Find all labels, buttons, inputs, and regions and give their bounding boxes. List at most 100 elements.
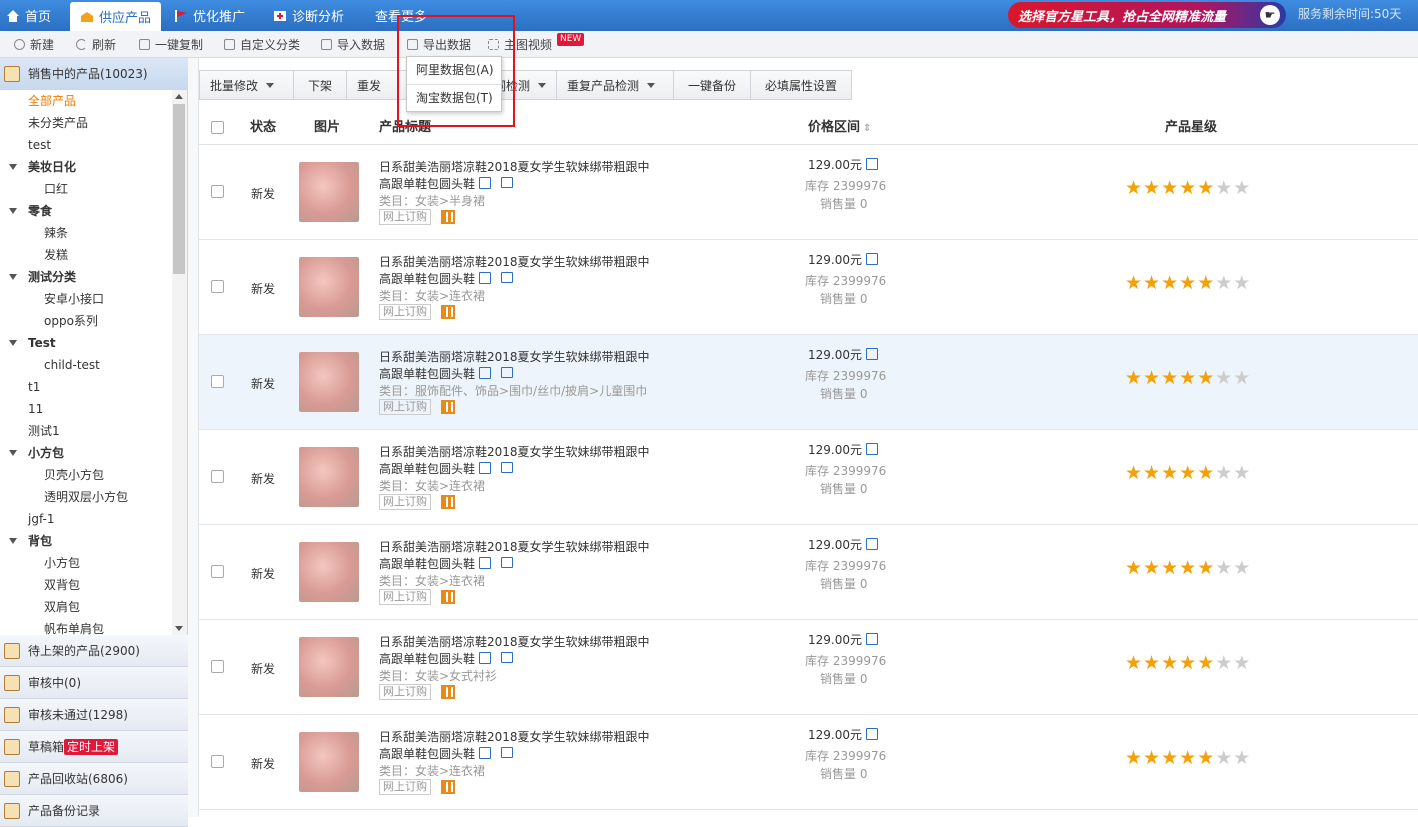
product-title-line1[interactable]: 日系甜美浩丽塔凉鞋2018夏女学生软妹绑带粗跟中 (379, 728, 650, 745)
edit-price-icon[interactable] (866, 538, 878, 550)
tree-item[interactable]: t1 (28, 376, 40, 398)
product-title-line2[interactable]: 高跟单鞋包圆头鞋 (379, 460, 475, 477)
online-order-tag[interactable]: 网上订购 (379, 399, 431, 415)
refresh-button[interactable]: 刷新 (76, 31, 116, 58)
product-title-line1[interactable]: 日系甜美浩丽塔凉鞋2018夏女学生软妹绑带粗跟中 (379, 538, 650, 555)
product-title-line2[interactable]: 高跟单鞋包圆头鞋 (379, 650, 475, 667)
table-row[interactable]: 新发 日系甜美浩丽塔凉鞋2018夏女学生软妹绑带粗跟中 高跟单鞋包圆头鞋 类目：女装>… (199, 430, 1418, 525)
edit-icon[interactable] (479, 272, 491, 284)
promo-banner[interactable]: 选择官方星工具，抢占全网精准流量 ☛ (1008, 2, 1286, 28)
product-thumbnail[interactable] (299, 352, 359, 412)
sidebar-section-recycle[interactable]: 产品回收站(6806) (0, 763, 188, 795)
qr-code-icon[interactable] (441, 210, 455, 224)
tree-item[interactable]: 零食 (28, 200, 52, 222)
row-checkbox[interactable] (211, 280, 224, 293)
scroll-down-icon[interactable] (175, 626, 183, 631)
image-icon[interactable] (501, 177, 513, 188)
qr-code-icon[interactable] (441, 400, 455, 414)
duplicate-check-button[interactable]: 重复产品检测 (556, 70, 674, 100)
qr-code-icon[interactable] (441, 780, 455, 794)
tree-item[interactable]: 贝壳小方包 (44, 464, 104, 486)
tab-diagnosis[interactable]: 诊断分析 (273, 0, 344, 31)
tree-item[interactable]: test (28, 134, 51, 156)
tree-item[interactable]: 未分类产品 (28, 112, 88, 134)
image-icon[interactable] (501, 462, 513, 473)
product-title-line2[interactable]: 高跟单鞋包圆头鞋 (379, 745, 475, 762)
table-row[interactable]: 新发 日系甜美浩丽塔凉鞋2018夏女学生软妹绑带粗跟中 高跟单鞋包圆头鞋 类目：女装>… (199, 525, 1418, 620)
tree-item[interactable]: 背包 (28, 530, 52, 552)
row-checkbox[interactable] (211, 565, 224, 578)
splitter[interactable] (188, 58, 199, 817)
tree-item[interactable]: 小方包 (28, 442, 64, 464)
tree-item[interactable]: Test (28, 332, 56, 354)
edit-icon[interactable] (479, 367, 491, 379)
bulk-edit-button[interactable]: 批量修改 (199, 70, 294, 100)
tree-item[interactable]: 小方包 (44, 552, 80, 574)
image-icon[interactable] (501, 652, 513, 663)
tree-item[interactable]: 透明双层小方包 (44, 486, 128, 508)
tree-item[interactable]: 安卓小接口 (44, 288, 104, 310)
header-price[interactable]: 价格区间 ⇕ (808, 112, 871, 145)
custom-category-button[interactable]: 自定义分类 (224, 31, 300, 58)
edit-icon[interactable] (479, 747, 491, 759)
row-checkbox[interactable] (211, 755, 224, 768)
edit-price-icon[interactable] (866, 348, 878, 360)
tree-item[interactable]: jgf-1 (28, 508, 54, 530)
product-title-line2[interactable]: 高跟单鞋包圆头鞋 (379, 175, 475, 192)
qr-code-icon[interactable] (441, 590, 455, 604)
one-click-copy-button[interactable]: 一键复制 (139, 31, 203, 58)
edit-icon[interactable] (479, 557, 491, 569)
online-order-tag[interactable]: 网上订购 (379, 684, 431, 700)
row-checkbox[interactable] (211, 185, 224, 198)
product-title-line2[interactable]: 高跟单鞋包圆头鞋 (379, 270, 475, 287)
product-thumbnail[interactable] (299, 542, 359, 602)
sort-icon[interactable]: ⇕ (863, 123, 871, 134)
sidebar-section-rejected[interactable]: 审核未通过(1298) (0, 699, 188, 731)
table-row[interactable]: 新发 日系甜美浩丽塔凉鞋2018夏女学生软妹绑带粗跟中 高跟单鞋包圆头鞋 类目：女装>… (199, 145, 1418, 240)
tab-optimize-promote[interactable]: 优化推广 (174, 0, 245, 31)
import-data-button[interactable]: 导入数据 (321, 31, 385, 58)
product-thumbnail[interactable] (299, 732, 359, 792)
image-icon[interactable] (501, 367, 513, 378)
sidebar-section-pending[interactable]: 待上架的产品(2900) (0, 635, 188, 667)
tree-item[interactable]: 11 (28, 398, 43, 420)
table-row[interactable]: 新发 日系甜美浩丽塔凉鞋2018夏女学生软妹绑带粗跟中 高跟单鞋包圆头鞋 类目：女装>… (199, 620, 1418, 715)
edit-price-icon[interactable] (866, 633, 878, 645)
image-icon[interactable] (501, 557, 513, 568)
table-row[interactable]: 新发 日系甜美浩丽塔凉鞋2018夏女学生软妹绑带粗跟中 高跟单鞋包圆头鞋 类目：女装>… (199, 240, 1418, 335)
tree-scrollbar[interactable] (172, 90, 187, 635)
product-thumbnail[interactable] (299, 162, 359, 222)
product-title-line1[interactable]: 日系甜美浩丽塔凉鞋2018夏女学生软妹绑带粗跟中 (379, 633, 650, 650)
edit-icon[interactable] (479, 177, 491, 189)
product-thumbnail[interactable] (299, 447, 359, 507)
product-thumbnail[interactable] (299, 637, 359, 697)
tree-item[interactable]: 帆布单肩包 (44, 618, 104, 635)
product-title-line1[interactable]: 日系甜美浩丽塔凉鞋2018夏女学生软妹绑带粗跟中 (379, 253, 650, 270)
edit-icon[interactable] (479, 652, 491, 664)
collapse-triangle-icon[interactable] (9, 450, 17, 456)
collapse-triangle-icon[interactable] (9, 208, 17, 214)
new-button[interactable]: 新建 (14, 31, 54, 58)
edit-icon[interactable] (479, 462, 491, 474)
sidebar-section-backup[interactable]: 产品备份记录 (0, 795, 188, 827)
scroll-up-icon[interactable] (175, 94, 183, 99)
tree-item[interactable]: 辣条 (44, 222, 68, 244)
collapse-triangle-icon[interactable] (9, 274, 17, 280)
product-title-line2[interactable]: 高跟单鞋包圆头鞋 (379, 555, 475, 572)
tree-item[interactable]: oppo系列 (44, 310, 98, 332)
product-thumbnail[interactable] (299, 257, 359, 317)
qr-code-icon[interactable] (441, 305, 455, 319)
row-checkbox[interactable] (211, 470, 224, 483)
online-order-tag[interactable]: 网上订购 (379, 304, 431, 320)
image-icon[interactable] (501, 272, 513, 283)
edit-price-icon[interactable] (866, 443, 878, 455)
tree-item[interactable]: 口红 (44, 178, 68, 200)
product-title-line1[interactable]: 日系甜美浩丽塔凉鞋2018夏女学生软妹绑带粗跟中 (379, 158, 650, 175)
tree-item[interactable]: 测试1 (28, 420, 60, 442)
scroll-thumb[interactable] (173, 104, 185, 274)
collapse-triangle-icon[interactable] (9, 340, 17, 346)
one-click-backup-button[interactable]: 一键备份 (673, 70, 751, 100)
product-title-line1[interactable]: 日系甜美浩丽塔凉鞋2018夏女学生软妹绑带粗跟中 (379, 348, 650, 365)
online-order-tag[interactable]: 网上订购 (379, 779, 431, 795)
product-title-line2[interactable]: 高跟单鞋包圆头鞋 (379, 365, 475, 382)
